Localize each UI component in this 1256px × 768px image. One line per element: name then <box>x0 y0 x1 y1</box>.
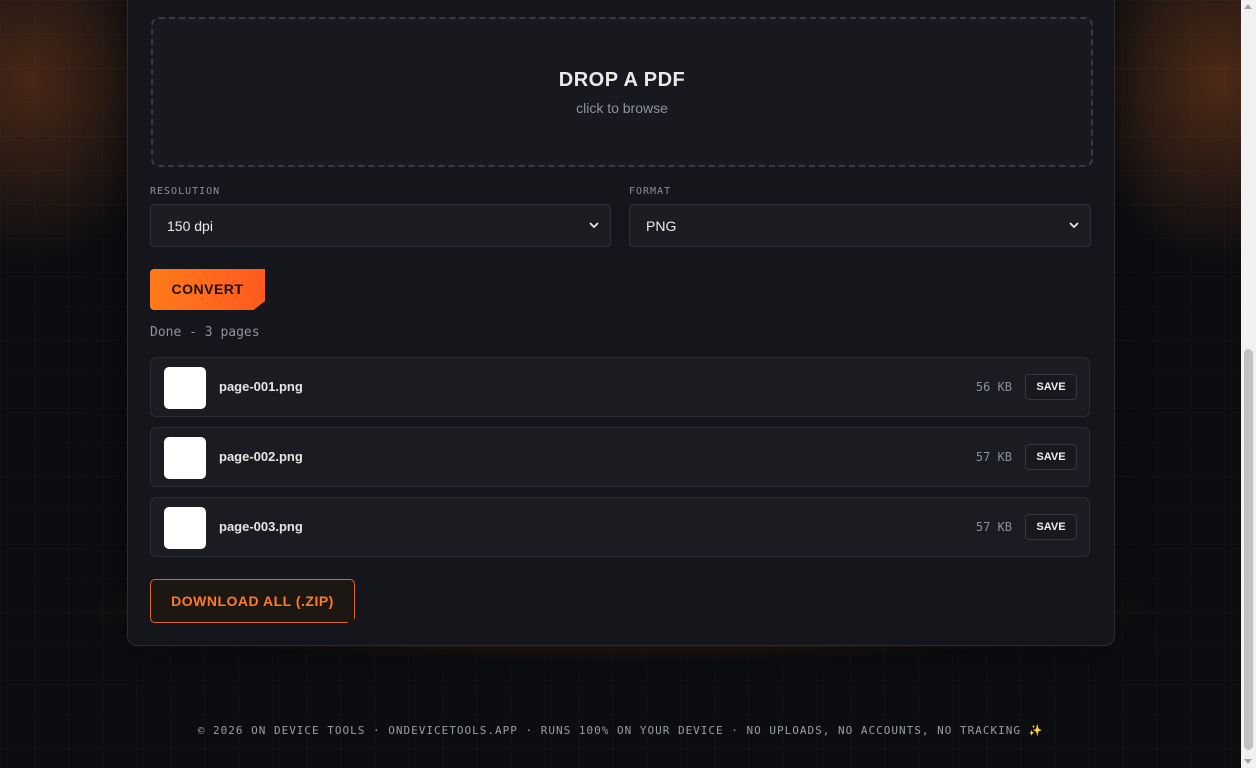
file-row: page-003.png 57 KB SAVE <box>150 497 1090 557</box>
file-size: 56 KB <box>975 380 1012 394</box>
converter-card: DROP A PDF click to browse RESOLUTION 15… <box>127 0 1115 646</box>
vertical-scrollbar[interactable] <box>1241 0 1256 768</box>
format-value: PNG <box>646 218 677 234</box>
page-thumbnail <box>164 507 206 549</box>
pdf-dropzone[interactable]: DROP A PDF click to browse <box>151 17 1093 167</box>
page-thumbnail <box>164 367 206 409</box>
footer-text: © 2026 ON DEVICE TOOLS · ONDEVICETOOLS.A… <box>197 724 1044 737</box>
file-row: page-001.png 56 KB SAVE <box>150 357 1090 417</box>
format-select[interactable]: PNG <box>629 204 1091 247</box>
save-button[interactable]: SAVE <box>1025 374 1077 400</box>
dropzone-subtitle: click to browse <box>576 100 668 116</box>
resolution-label: RESOLUTION <box>150 186 221 197</box>
file-size: 57 KB <box>975 450 1012 464</box>
file-name: page-002.png <box>219 449 303 464</box>
file-size: 57 KB <box>975 520 1012 534</box>
chevron-down-icon <box>589 222 599 229</box>
resolution-value: 150 dpi <box>167 218 213 234</box>
download-all-button[interactable]: DOWNLOAD ALL (.ZIP) <box>150 579 355 623</box>
format-label: FORMAT <box>629 186 672 197</box>
file-name: page-001.png <box>219 379 303 394</box>
page-thumbnail <box>164 437 206 479</box>
scrollbar-thumb[interactable] <box>1244 349 1253 750</box>
resolution-select[interactable]: 150 dpi <box>150 204 611 247</box>
file-name: page-003.png <box>219 519 303 534</box>
chevron-down-icon <box>1069 222 1079 229</box>
save-button[interactable]: SAVE <box>1025 514 1077 540</box>
dropzone-title: DROP A PDF <box>558 69 686 91</box>
convert-button[interactable]: CONVERT <box>150 269 265 310</box>
save-button[interactable]: SAVE <box>1025 444 1077 470</box>
status-text: Done - 3 pages <box>150 325 260 340</box>
scroll-down-arrow-icon[interactable] <box>1244 759 1252 764</box>
scroll-up-arrow-icon[interactable] <box>1244 4 1252 9</box>
file-row: page-002.png 57 KB SAVE <box>150 427 1090 487</box>
